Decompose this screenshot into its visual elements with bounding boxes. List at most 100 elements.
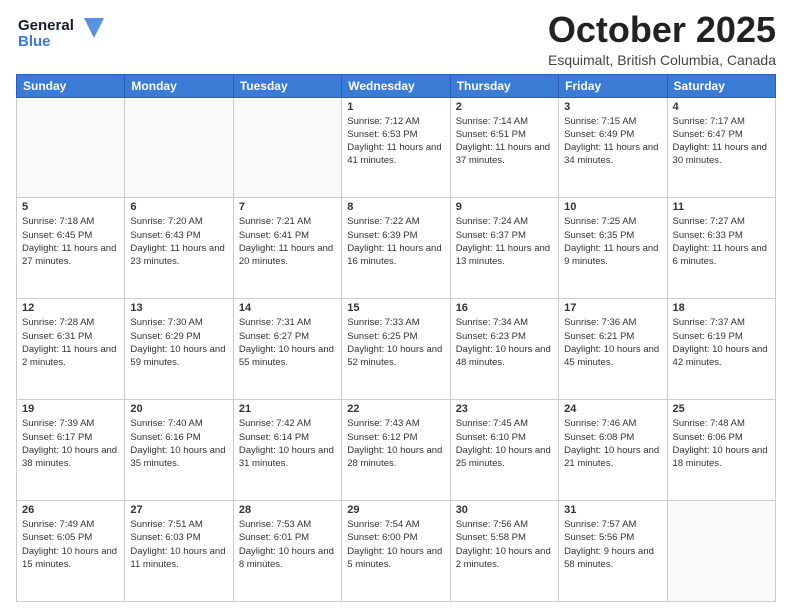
cell-info: Sunrise: 7:46 AM — [564, 417, 661, 430]
cell-info: Sunrise: 7:17 AM — [673, 115, 770, 128]
day-number: 29 — [347, 504, 444, 516]
cell-info: Daylight: 11 hours and 27 minutes. — [22, 242, 119, 269]
calendar-cell — [17, 97, 125, 198]
day-number: 24 — [564, 403, 661, 415]
logo: General Blue — [16, 10, 106, 54]
calendar-cell: 21Sunrise: 7:42 AMSunset: 6:14 PMDayligh… — [233, 400, 341, 501]
calendar-cell: 19Sunrise: 7:39 AMSunset: 6:17 PMDayligh… — [17, 400, 125, 501]
cell-info: Daylight: 11 hours and 34 minutes. — [564, 141, 661, 168]
day-number: 4 — [673, 101, 770, 113]
cell-info: Daylight: 10 hours and 45 minutes. — [564, 343, 661, 370]
cell-info: Daylight: 10 hours and 55 minutes. — [239, 343, 336, 370]
day-header-tuesday: Tuesday — [233, 74, 341, 97]
day-header-friday: Friday — [559, 74, 667, 97]
cell-info: Sunset: 6:43 PM — [130, 229, 227, 242]
calendar-cell: 12Sunrise: 7:28 AMSunset: 6:31 PMDayligh… — [17, 299, 125, 400]
calendar-cell: 25Sunrise: 7:48 AMSunset: 6:06 PMDayligh… — [667, 400, 775, 501]
cell-info: Sunset: 5:58 PM — [456, 531, 553, 544]
calendar-cell: 31Sunrise: 7:57 AMSunset: 5:56 PMDayligh… — [559, 501, 667, 602]
calendar-cell: 16Sunrise: 7:34 AMSunset: 6:23 PMDayligh… — [450, 299, 558, 400]
cell-info: Sunrise: 7:28 AM — [22, 316, 119, 329]
logo-icon: General Blue — [16, 10, 106, 54]
calendar-cell: 17 Sunrise: 7:36 AMSunset: 6:21 PMDayligh… — [559, 299, 667, 400]
day-number: 8 — [347, 201, 444, 213]
cell-info: Sunrise: 7:12 AM — [347, 115, 444, 128]
cell-info: Sunset: 6:53 PM — [347, 128, 444, 141]
calendar-cell — [125, 97, 233, 198]
cell-info: Sunset: 6:23 PM — [456, 330, 553, 343]
day-number: 26 — [22, 504, 119, 516]
day-number: 27 — [130, 504, 227, 516]
week-row-0: 1Sunrise: 7:12 AMSunset: 6:53 PMDaylight… — [17, 97, 776, 198]
calendar-cell: 24Sunrise: 7:46 AMSunset: 6:08 PMDayligh… — [559, 400, 667, 501]
day-number: 21 — [239, 403, 336, 415]
cell-info: Daylight: 10 hours and 52 minutes. — [347, 343, 444, 370]
calendar-cell — [667, 501, 775, 602]
cell-info: Daylight: 9 hours and 58 minutes. — [564, 545, 661, 572]
cell-info: Sunset: 6:33 PM — [673, 229, 770, 242]
cell-info: Daylight: 11 hours and 13 minutes. — [456, 242, 553, 269]
cell-info: Sunset: 6:01 PM — [239, 531, 336, 544]
calendar-cell: 6Sunrise: 7:20 AMSunset: 6:43 PMDaylight… — [125, 198, 233, 299]
day-header-sunday: Sunday — [17, 74, 125, 97]
cell-info: Sunset: 6:16 PM — [130, 431, 227, 444]
cell-info: Daylight: 11 hours and 6 minutes. — [673, 242, 770, 269]
day-number: 22 — [347, 403, 444, 415]
location-title: Esquimalt, British Columbia, Canada — [548, 52, 776, 68]
calendar-cell: 9Sunrise: 7:24 AMSunset: 6:37 PMDaylight… — [450, 198, 558, 299]
calendar-cell: 30Sunrise: 7:56 AMSunset: 5:58 PMDayligh… — [450, 501, 558, 602]
cell-info: Sunrise: 7:24 AM — [456, 215, 553, 228]
cell-info: Sunrise: 7:15 AM — [564, 115, 661, 128]
cell-info: Daylight: 11 hours and 2 minutes. — [22, 343, 119, 370]
svg-text:Blue: Blue — [18, 33, 51, 50]
day-number: 7 — [239, 201, 336, 213]
day-number: 31 — [564, 504, 661, 516]
cell-info: Sunset: 6:31 PM — [22, 330, 119, 343]
cell-info: Sunset: 6:25 PM — [347, 330, 444, 343]
day-number: 17 — [564, 302, 661, 314]
cell-info: Daylight: 11 hours and 23 minutes. — [130, 242, 227, 269]
day-header-saturday: Saturday — [667, 74, 775, 97]
calendar-header-row: SundayMondayTuesdayWednesdayThursdayFrid… — [17, 74, 776, 97]
cell-info: Daylight: 10 hours and 28 minutes. — [347, 444, 444, 471]
day-number: 18 — [673, 302, 770, 314]
calendar-cell: 14Sunrise: 7:31 AMSunset: 6:27 PMDayligh… — [233, 299, 341, 400]
cell-info: Daylight: 11 hours and 41 minutes. — [347, 141, 444, 168]
day-number: 30 — [456, 504, 553, 516]
cell-info: Sunset: 6:29 PM — [130, 330, 227, 343]
cell-info: Sunset: 6:49 PM — [564, 128, 661, 141]
cell-info: Sunset: 6:21 PM — [564, 330, 661, 343]
calendar-cell: 4Sunrise: 7:17 AMSunset: 6:47 PMDaylight… — [667, 97, 775, 198]
calendar-cell: 26Sunrise: 7:49 AMSunset: 6:05 PMDayligh… — [17, 501, 125, 602]
cell-info: Sunrise: 7:14 AM — [456, 115, 553, 128]
calendar-cell: 1 Sunrise: 7:12 AMSunset: 6:53 PMDaylight… — [342, 97, 450, 198]
calendar-cell — [233, 97, 341, 198]
cell-info: Daylight: 10 hours and 18 minutes. — [673, 444, 770, 471]
day-number: 19 — [22, 403, 119, 415]
day-number: 16 — [456, 302, 553, 314]
cell-info: Daylight: 11 hours and 20 minutes. — [239, 242, 336, 269]
day-number: 1 — [347, 101, 444, 113]
cell-info: Sunrise: 7:40 AM — [130, 417, 227, 430]
cell-info: Sunset: 6:19 PM — [673, 330, 770, 343]
cell-info: Sunrise: 7:43 AM — [347, 417, 444, 430]
day-number: 28 — [239, 504, 336, 516]
day-number: 14 — [239, 302, 336, 314]
cell-info: Sunrise: 7:51 AM — [130, 518, 227, 531]
day-number: 15 — [347, 302, 444, 314]
cell-info: Sunset: 6:03 PM — [130, 531, 227, 544]
cell-info: Daylight: 10 hours and 31 minutes. — [239, 444, 336, 471]
calendar-cell: 15Sunrise: 7:33 AMSunset: 6:25 PMDayligh… — [342, 299, 450, 400]
calendar-cell: 8Sunrise: 7:22 AMSunset: 6:39 PMDaylight… — [342, 198, 450, 299]
cell-info: Sunrise: 7:56 AM — [456, 518, 553, 531]
cell-info: Sunset: 6:12 PM — [347, 431, 444, 444]
cell-info: Daylight: 10 hours and 59 minutes. — [130, 343, 227, 370]
day-number: 11 — [673, 201, 770, 213]
cell-info: Daylight: 11 hours and 16 minutes. — [347, 242, 444, 269]
cell-info: Sunrise: 7:31 AM — [239, 316, 336, 329]
cell-info: Sunrise: 7:21 AM — [239, 215, 336, 228]
cell-info: Sunrise: 7:30 AM — [130, 316, 227, 329]
cell-info: Sunrise: 7:49 AM — [22, 518, 119, 531]
cell-info: Sunrise: 7:36 AM — [564, 316, 661, 329]
cell-info: Daylight: 10 hours and 35 minutes. — [130, 444, 227, 471]
